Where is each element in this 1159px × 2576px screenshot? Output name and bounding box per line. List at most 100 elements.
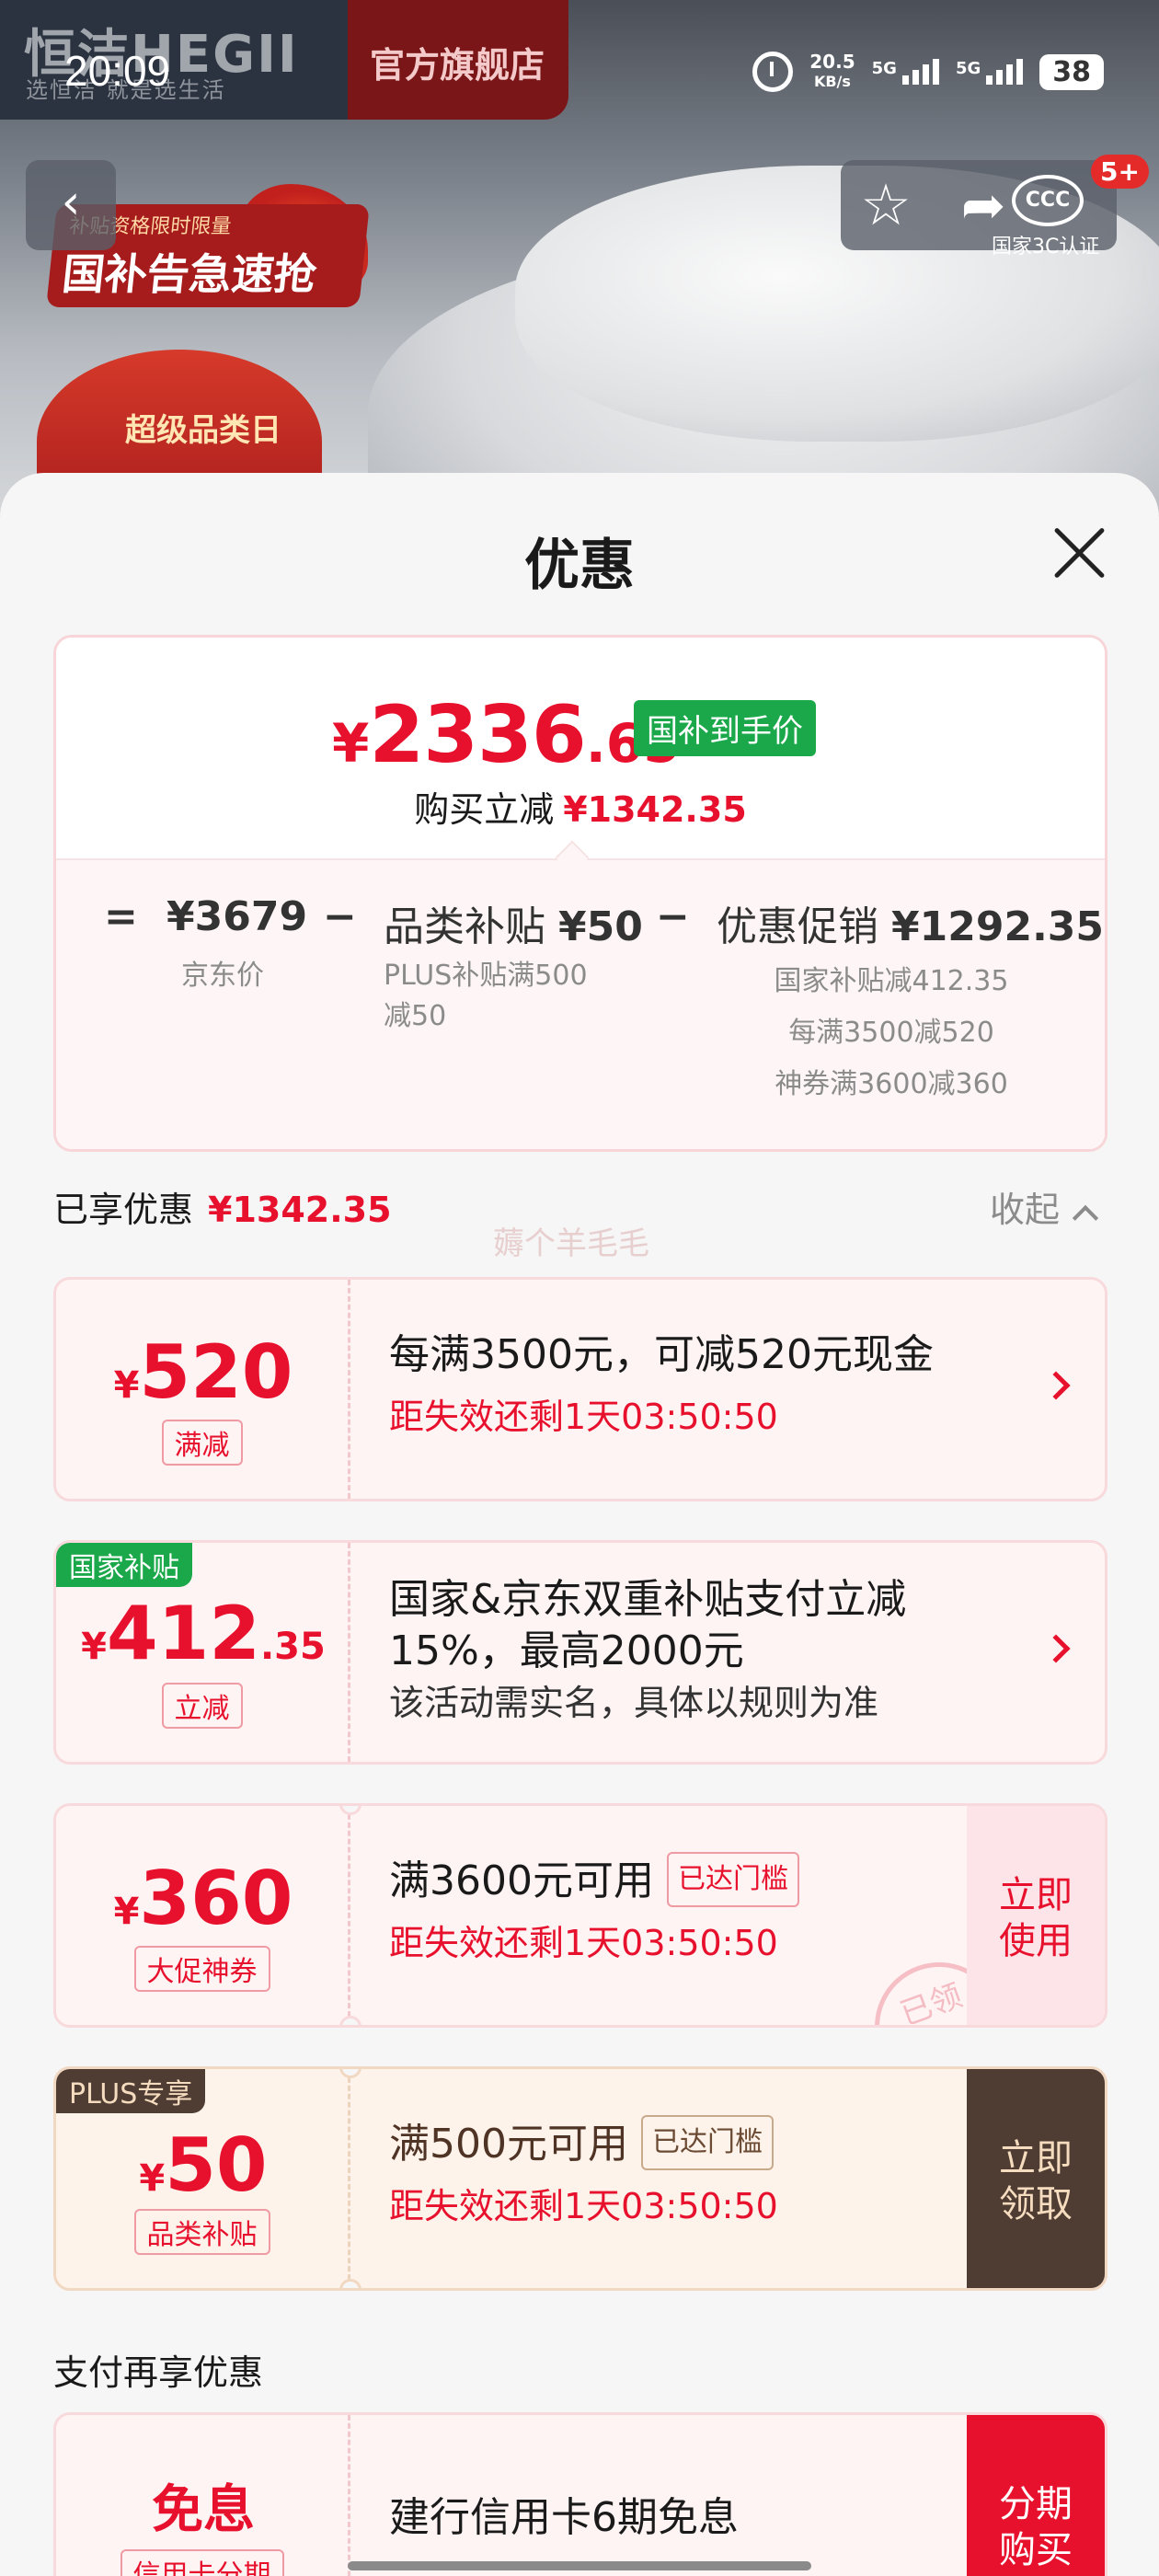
coupon-national-subsidy[interactable]: ¥412.35 立减 国家补贴 国家&京东双重补贴支付立减 15%，最高2000… [53,1540,1107,1765]
coupon-desc-line-2: 15%，最高2000元 [389,1627,744,1674]
jd-badge-text: 超级品类日 [125,412,281,449]
coupon-desc: 建行信用卡6期免息 [389,2494,739,2541]
equals-sign: = [104,893,138,940]
coupon-cut [339,2016,361,2025]
promo-discount: 优惠促销 ¥1292.35 [717,893,1104,952]
promo-discount-value: ¥1292.35 [891,903,1105,950]
status-icons: 20.5 KB/s 5G 5G 38 [752,48,1104,96]
installment-label-1: 分期 [999,2483,1073,2525]
threshold-reached-badge: 已达门槛 [640,2115,774,2170]
coupon-value: 360 [139,1856,293,1941]
cart-count-badge: 5+ [1091,155,1149,189]
claim-now-label-1: 立即 [999,2137,1073,2179]
coupon-amount: ¥412.35 [56,1591,350,1676]
enjoyed-label: 已享优惠 [53,1190,194,1230]
coupon-type: 信用卡分期 [120,2549,284,2576]
chevron-up-icon [1072,1204,1099,1232]
category-subsidy-detail-2: 减50 [384,1000,447,1032]
coupon-currency: ¥ [113,1364,140,1407]
coupon-amount: ¥360 [56,1856,350,1941]
coupon-value: 412 [106,1591,260,1676]
chevron-left-icon: ‹ [61,175,81,230]
coupon-amount: ¥50 [56,2122,350,2208]
coupon-currency: ¥ [139,2157,166,2200]
coupon-amount: ¥520 [56,1329,350,1415]
coupon-desc: 每满3500元，可减520元现金 [389,1331,934,1378]
back-button[interactable]: ‹ [26,160,116,250]
minus-sign-2: − [656,893,690,940]
use-now-label-2: 使用 [999,1920,1073,1962]
promo-discount-label: 优惠促销 [717,903,878,950]
favorite-star-icon[interactable]: ☆ [854,173,918,237]
status-time: 20:09 [64,47,171,95]
collapse-label: 收起 [990,1190,1061,1230]
coupon-countdown: 距失效还剩1天03:50:50 [389,1923,778,1963]
final-price-currency: ¥ [332,712,370,775]
price-breakdown: = ¥3679 京东价 − 品类补贴 ¥50 PLUS补贴满500 减50 − … [56,858,1105,1149]
chevron-right-icon[interactable] [1041,1371,1071,1400]
plus-exclusive-tag: PLUS专享 [56,2069,206,2113]
sheet-title: 优惠 [524,534,635,598]
status-bar: 20:09 20.5 KB/s 5G 5G 38 [0,0,1159,138]
coupon-desc: 满3600元可用 已达门槛 [389,1852,799,1911]
alarm-icon [752,52,794,92]
home-indicator[interactable] [348,2561,811,2570]
network-speed-unit: KB/s [813,73,851,90]
national-subsidy-tag: 国家补贴 [56,1543,192,1587]
coupon-type: 满减 [161,1420,243,1466]
purchase-reduction-value: ¥1342.35 [563,789,747,830]
price-summary-card: ¥2336.65 国补到手价 购买立减¥1342.35 = ¥3679 京东价 … [53,635,1107,1152]
coupon-full-reduction[interactable]: ¥520 满减 每满3500元，可减520元现金 距失效还剩1天03:50:50 [53,1277,1107,1501]
coupon-type: 立减 [161,1683,243,1729]
coupon-countdown: 距失效还剩1天03:50:50 [389,2186,778,2226]
coupon-threshold: 满500元可用 [389,2121,628,2168]
use-now-button[interactable]: 立即 使用 [967,1806,1105,2025]
signal-label-2: 5G [955,59,981,78]
purchase-reduction: 购买立减 ¥1342.35 [56,781,1105,832]
network-speed: 20.5 KB/s [809,52,855,92]
signal-icon-2: 5G [955,59,1024,85]
category-subsidy-detail-1: PLUS补贴满500 [384,960,588,992]
minus-sign-1: − [323,893,357,940]
signal-icon: 5G [872,59,939,85]
category-subsidy-label: 品类补贴 [384,903,545,950]
promo-detail-2: 每满3500减520 [788,1017,994,1049]
coupon-currency: ¥ [113,1891,140,1933]
coupon-amount-area: ¥360 大促神券 [56,1806,350,2025]
enjoyed-value: ¥1342.35 [208,1190,392,1230]
final-price: ¥2336.65 [332,689,680,781]
installment-label-2: 购买 [999,2529,1073,2571]
claim-now-button[interactable]: 立即 领取 [967,2069,1105,2288]
collapse-toggle[interactable]: 收起 [990,1181,1099,1232]
close-icon[interactable] [1050,524,1107,581]
coupon-type: 品类补贴 [133,2209,270,2255]
coupon-threshold: 满3600元可用 [389,1857,654,1904]
final-price-int: 2336 [369,689,586,781]
chevron-right-icon[interactable] [1041,1634,1071,1663]
coupon-countdown: 距失效还剩1天03:50:50 [389,1397,778,1437]
promo-detail-1: 国家补贴减412.35 [774,965,1009,997]
threshold-reached-badge: 已达门槛 [666,1852,799,1907]
use-now-label-1: 立即 [999,1874,1073,1916]
network-speed-value: 20.5 [809,51,855,73]
ccc-certification: CCC 国家3C认证 [982,166,1111,276]
price-summary-top: ¥2336.65 国补到手价 购买立减¥1342.35 [56,638,1105,858]
coupon-cut [339,2279,361,2288]
purchase-reduction-label: 购买立减 [414,789,555,830]
signal-label: 5G [871,59,897,78]
coupon-value: 50 [165,2122,268,2208]
coupon-desc: 满500元可用 已达门槛 [389,2115,774,2174]
claim-now-label-2: 领取 [999,2183,1073,2225]
promo-discount-detail: 国家补贴减412.35 每满3500减520 神券满3600减360 [726,956,1057,1110]
coupon-value: 520 [139,1329,293,1415]
category-subsidy-value: ¥50 [558,903,643,950]
ccc-logo: CCC [1012,175,1084,226]
coupon-desc-line-1: 国家&京东双重补贴支付立减 [389,1576,907,1623]
pay-section-header: 支付再享优惠 [53,2352,264,2393]
watermark: 薅个羊毛毛 [493,1225,649,1262]
coupon-currency: ¥ [81,1626,107,1668]
installment-buy-button[interactable]: 分期 购买 [967,2415,1105,2576]
coupon-installment: 免息 信用卡分期 建行信用卡6期免息 分期 购买 [53,2412,1107,2576]
jd-price: ¥3679 [166,893,308,940]
coupon-plus-exclusive: ¥50 品类补贴 PLUS专享 满500元可用 已达门槛 距失效还剩1天03:50… [53,2066,1107,2291]
